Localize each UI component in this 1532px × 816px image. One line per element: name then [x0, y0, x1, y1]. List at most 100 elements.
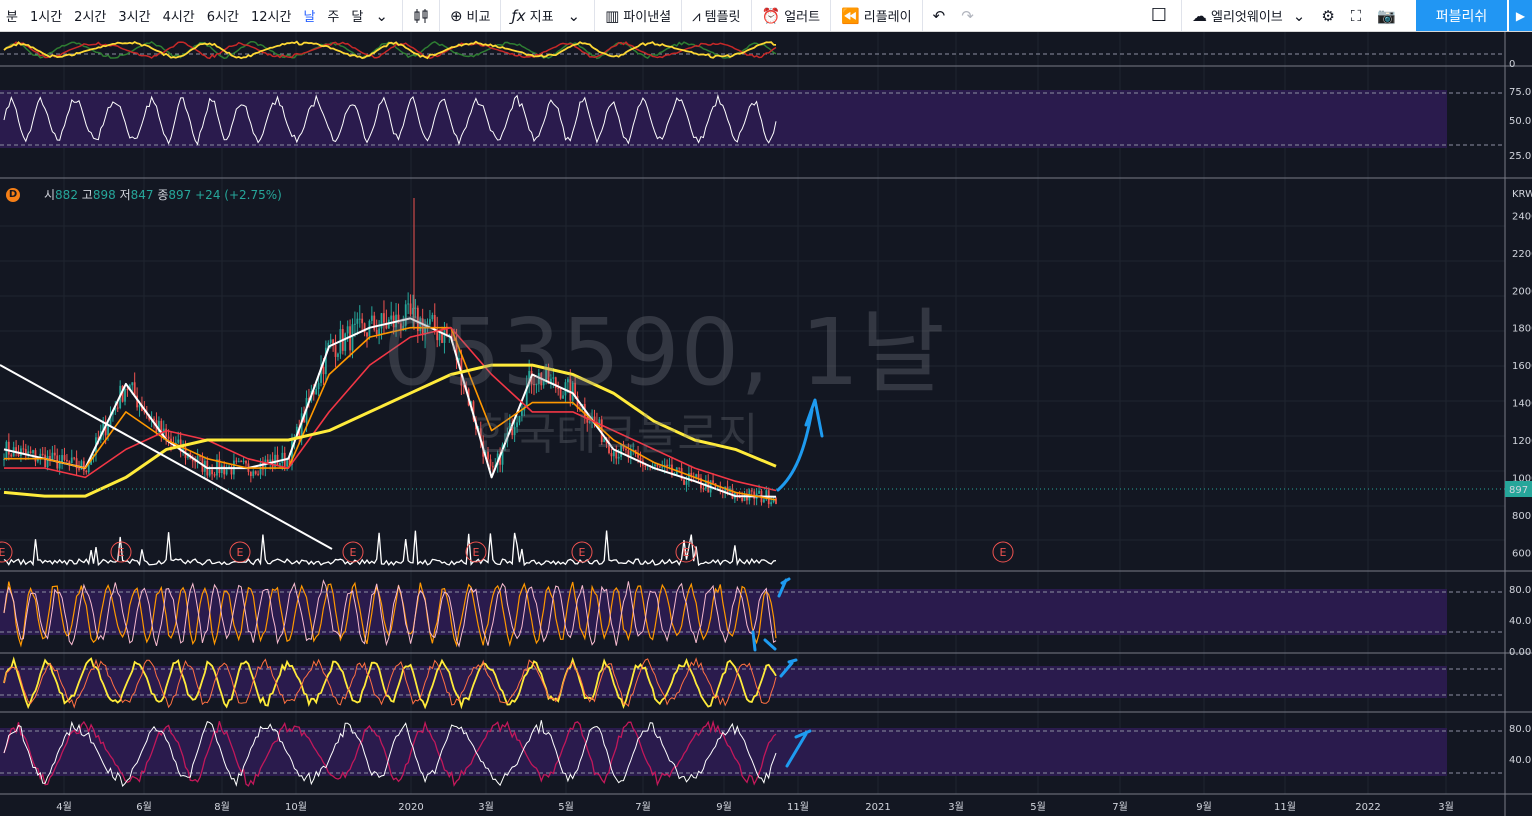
interval-1h[interactable]: 1시간 — [24, 0, 68, 31]
earnings-marker-label: E — [579, 546, 586, 559]
candle-body — [678, 467, 681, 469]
candle-body — [666, 464, 668, 467]
candle-body — [61, 455, 63, 462]
redo-button[interactable]: ↷ — [955, 0, 984, 31]
chart-canvas[interactable]: EEEEEEEE 2400220020001800160014001200100… — [0, 32, 1532, 816]
gear-icon: ⚙ — [1321, 6, 1335, 25]
price-scales: 24002200200018001600140012001000800600KR… — [1505, 59, 1532, 766]
pane3-tick: 40.0 — [1509, 616, 1531, 627]
publish-button[interactable]: 퍼블리쉬 — [1416, 0, 1507, 31]
candle-body — [225, 468, 228, 475]
interval-2h[interactable]: 2시간 — [68, 0, 112, 31]
time-tick: 7월 — [1112, 801, 1128, 813]
candle-body — [346, 326, 349, 334]
price-tick: 1400 — [1512, 399, 1532, 410]
interval-day[interactable]: 날 — [297, 0, 321, 31]
alert-button[interactable]: ⏰ 얼러트 — [756, 0, 827, 31]
candle-body — [126, 389, 129, 391]
price-tick: 2200 — [1512, 249, 1532, 260]
time-tick: 10월 — [285, 801, 307, 813]
candle-body — [654, 464, 656, 467]
candle-body — [366, 332, 368, 337]
divider — [401, 0, 403, 31]
chart-type-button[interactable] — [407, 0, 435, 31]
time-tick: 11월 — [1274, 801, 1296, 813]
interval-week[interactable]: 주 — [321, 0, 345, 31]
candle-body — [87, 464, 90, 473]
last-price-label: 897 — [1509, 485, 1528, 496]
interval-minute[interactable]: 분 — [0, 0, 24, 31]
time-tick: 3월 — [1438, 801, 1454, 813]
candle-body — [78, 468, 80, 470]
candle-body — [46, 455, 49, 468]
company-watermark: 한국테크놀로지 — [475, 409, 759, 460]
undo-button[interactable]: ↶ — [927, 0, 956, 31]
interval-4h[interactable]: 4시간 — [157, 0, 201, 31]
candle-body — [10, 454, 13, 457]
high-value: 898 — [92, 188, 116, 202]
save-layout-button[interactable]: ☁ 엘리엇웨이브 ⌄ — [1186, 0, 1315, 31]
time-tick: 3월 — [948, 801, 964, 813]
candle-body — [491, 466, 494, 468]
candle-body — [329, 339, 332, 343]
candle-body — [167, 436, 170, 439]
candle-body — [242, 460, 245, 462]
candle-body — [235, 460, 238, 462]
earnings-marker-label: E — [473, 546, 480, 559]
price-tick: 2000 — [1512, 286, 1532, 297]
interval-month[interactable]: 달 — [345, 0, 369, 31]
candle-body — [41, 453, 44, 455]
close-value: 897 — [168, 188, 192, 202]
fullscreen-button[interactable]: ⛶ — [1345, 0, 1372, 31]
candle-body — [24, 448, 27, 454]
time-tick: 7월 — [635, 801, 651, 813]
divider — [921, 0, 923, 31]
interval-3h[interactable]: 3시간 — [112, 0, 156, 31]
candle-body — [695, 474, 698, 477]
pane2-tick: 75.0 — [1509, 87, 1531, 98]
indicators-button[interactable]: ƒx 지표 ⌄ — [505, 0, 590, 31]
candle-body — [683, 479, 685, 485]
financials-button[interactable]: ▥ 파이낸셜 — [599, 0, 677, 31]
candle-body — [27, 451, 30, 454]
candle-body — [356, 318, 359, 324]
divider — [500, 0, 502, 31]
snapshot-button[interactable]: 📷 — [1371, 0, 1406, 31]
candle-body — [15, 447, 18, 452]
interval-6h[interactable]: 6시간 — [201, 0, 245, 31]
candle-body — [644, 465, 647, 467]
undo-icon: ↶ — [932, 6, 946, 25]
earnings-marker-label: E — [683, 546, 690, 559]
candle-body — [22, 448, 25, 450]
play-icon[interactable]: ▶ — [1509, 0, 1532, 31]
templates-button[interactable]: ⩘ 템플릿 — [686, 0, 746, 31]
replay-button[interactable]: ⏪ 리플레이 — [835, 0, 918, 31]
time-tick: 6월 — [136, 801, 152, 813]
candle-body — [358, 318, 361, 320]
candle-body — [344, 333, 347, 351]
interval-badge: D — [6, 187, 20, 202]
fx-icon: ƒx — [511, 6, 526, 25]
candle-body — [315, 389, 318, 395]
candle-body — [658, 466, 661, 468]
candle-body — [107, 425, 109, 436]
candle-body — [252, 471, 255, 477]
pane5-tick: 80.0 — [1509, 724, 1531, 735]
divider — [594, 0, 596, 31]
pane3-tick: 80.0 — [1509, 585, 1531, 596]
candle-body — [249, 471, 252, 477]
pane2-tick: 50.0 — [1509, 116, 1531, 127]
candle-body — [213, 474, 216, 476]
candle-body — [661, 466, 664, 468]
alert-label: 얼러트 — [784, 10, 821, 25]
compare-button[interactable]: ⊕ 비교 — [444, 0, 497, 31]
time-tick: 9월 — [716, 801, 732, 813]
layout-button[interactable]: ☐ — [1145, 0, 1177, 31]
interval-12h[interactable]: 12시간 — [245, 0, 297, 31]
top-toolbar: 분 1시간 2시간 3시간 4시간 6시간 12시간 날 주 달 ⌄ ⊕ 비교 ƒ… — [0, 0, 1532, 32]
interval-menu[interactable]: ⌄ — [369, 0, 398, 31]
settings-button[interactable]: ⚙ — [1315, 0, 1344, 31]
candle-body — [131, 382, 134, 386]
time-axis: 4월 6월 8월 10월 2020 3월 5월 7월 9월 11월 2021 3월 5월 7월 9월 11월 2… — [56, 801, 1454, 813]
divider — [830, 0, 832, 31]
